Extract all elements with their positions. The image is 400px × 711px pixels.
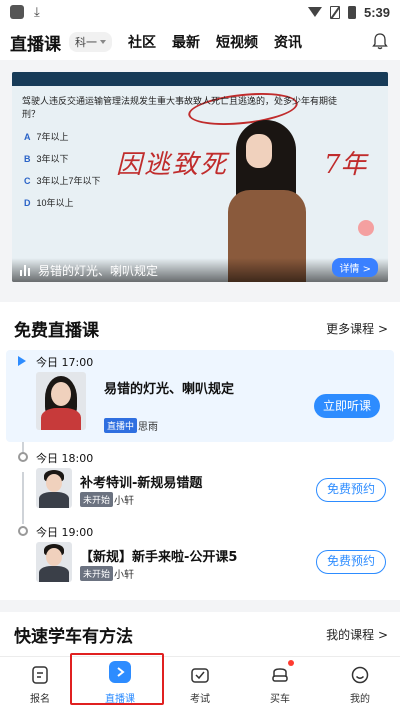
top-nav: 直播课 科一 社区 最新 短视频 资讯 <box>0 24 400 60</box>
option-letter: A <box>24 132 31 142</box>
option-text: 3年以下 <box>36 154 69 164</box>
timeline-dot <box>18 526 28 536</box>
status-bar: ⤓ 5:39 <box>0 0 400 24</box>
reserve-button[interactable]: 免费预约 <box>316 478 386 502</box>
option-letter: B <box>24 154 31 164</box>
notification-dot <box>288 660 294 666</box>
live-video-player[interactable]: 驾驶人违反交通运输管理法规发生重大事故致人死亡且逃逸的，处多少年有期徒刑？ A7… <box>12 72 388 282</box>
highlight-box <box>70 653 164 705</box>
tab-short-video[interactable]: 短视频 <box>216 32 258 52</box>
audio-bars-icon <box>20 264 30 276</box>
chevron-down-icon <box>100 40 106 44</box>
teacher-avatar <box>36 468 72 508</box>
option-text: 10年以上 <box>36 198 74 208</box>
handwritten-note: 7年 <box>324 150 367 180</box>
tab-label: 考试 <box>190 694 210 705</box>
screen-header <box>12 72 388 86</box>
wifi-icon <box>307 7 322 17</box>
course-title: 【新规】新手来啦-公开课5 <box>80 550 238 565</box>
page-title[interactable]: 直播课 <box>10 30 61 55</box>
quick-learn-section: 快速学车有方法 我的课程 > <box>0 612 400 656</box>
join-class-button[interactable]: 立即听课 <box>314 394 380 418</box>
timeline-line <box>22 472 24 524</box>
tab-label: 报名 <box>30 694 50 705</box>
answer-option: A 7年以上 <box>24 130 69 143</box>
teacher-avatar <box>36 542 72 582</box>
course-time: 今日 18:00 <box>36 452 94 465</box>
tab-buy-car[interactable]: 买车 <box>240 657 320 711</box>
signup-icon <box>32 666 48 684</box>
details-button[interactable]: 详情 > <box>332 258 378 277</box>
option-letter: C <box>24 176 31 186</box>
teacher-name: 小轩 <box>114 496 134 507</box>
teacher-avatar <box>36 372 86 430</box>
tab-signup[interactable]: 报名 <box>0 657 80 711</box>
my-courses-link[interactable]: 我的课程 > <box>326 626 388 643</box>
bottom-tab-bar: 报名 直播课 考试 买车 我的 <box>0 656 400 711</box>
course-time: 今日 17:00 <box>36 356 94 369</box>
answer-option: B 3年以下 <box>24 152 69 165</box>
status-badge: 直播中 <box>104 418 138 433</box>
car-icon <box>272 668 288 682</box>
subject-label: 科一 <box>75 36 97 49</box>
tab-exam[interactable]: 考试 <box>160 657 240 711</box>
teacher-name: 思雨 <box>138 422 158 433</box>
course-title: 补考特训-新规易错题 <box>80 476 203 491</box>
mascot-icon <box>358 220 374 236</box>
list-item[interactable]: 今日 17:00 易错的灯光、喇叭规定 直播中 思雨 立即听课 <box>6 350 394 442</box>
download-icon: ⤓ <box>34 4 40 20</box>
timeline-dot <box>18 452 28 462</box>
bell-icon[interactable] <box>372 33 388 50</box>
free-live-section: 免费直播课 更多课程 > 今日 17:00 易错的灯光、喇叭规定 直播中 思雨 … <box>0 302 400 600</box>
more-courses-link[interactable]: 更多课程 > <box>326 320 388 337</box>
status-badge: 未开始 <box>80 566 114 581</box>
option-text: 7年以上 <box>36 132 69 142</box>
subject-selector[interactable]: 科一 <box>69 32 112 52</box>
profile-icon <box>351 666 369 684</box>
tab-profile[interactable]: 我的 <box>320 657 400 711</box>
status-badge: 未开始 <box>80 492 114 507</box>
tab-label: 我的 <box>350 694 370 705</box>
option-letter: D <box>24 198 31 208</box>
section-title: 免费直播课 <box>14 321 99 341</box>
answer-option: C 3年以上7年以下 <box>24 174 101 187</box>
battery-icon <box>347 5 356 19</box>
course-time: 今日 19:00 <box>36 526 94 539</box>
app-notification-icon <box>10 5 24 19</box>
tab-latest[interactable]: 最新 <box>172 32 200 52</box>
play-indicator-icon <box>18 356 26 366</box>
video-title: 易错的灯光、喇叭规定 <box>38 263 159 278</box>
answer-option: D 10年以上 <box>24 196 74 209</box>
reserve-button[interactable]: 免费预约 <box>316 550 386 574</box>
exam-question: 驾驶人违反交通运输管理法规发生重大事故致人死亡且逃逸的，处多少年有期徒刑？ <box>22 96 338 119</box>
exam-icon <box>191 668 209 683</box>
tab-label: 买车 <box>270 694 290 705</box>
handwritten-note: 因逃致死 <box>116 150 229 180</box>
section-title: 快速学车有方法 <box>14 627 133 647</box>
option-text: 3年以上7年以下 <box>36 176 101 186</box>
course-title: 易错的灯光、喇叭规定 <box>104 382 235 397</box>
clock: 5:39 <box>363 4 390 20</box>
tab-news[interactable]: 资讯 <box>274 32 302 52</box>
teacher-name: 小轩 <box>114 570 134 581</box>
tab-community[interactable]: 社区 <box>128 32 156 52</box>
no-sim-icon <box>329 5 340 19</box>
lecture-screen: 驾驶人违反交通运输管理法规发生重大事故致人死亡且逃逸的，处多少年有期徒刑？ A7… <box>12 72 388 282</box>
